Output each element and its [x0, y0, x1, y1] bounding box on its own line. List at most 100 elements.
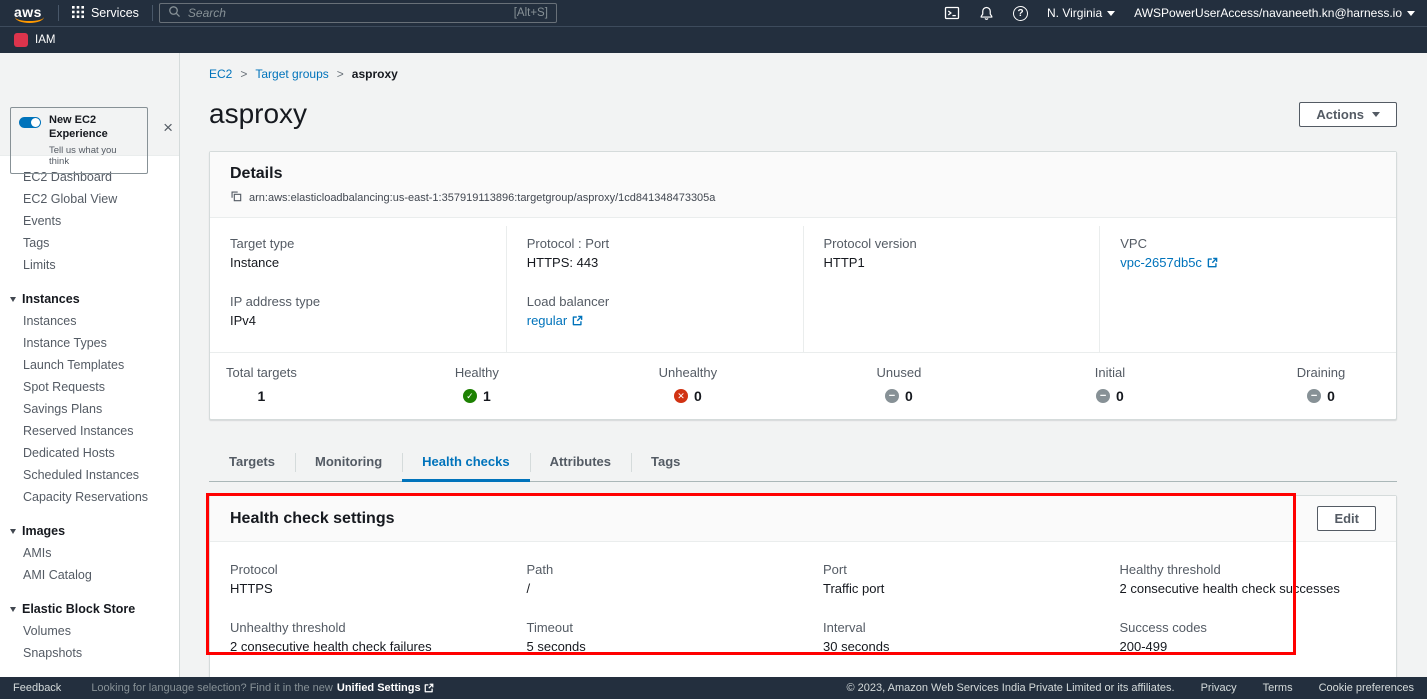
sidebar-item-tags[interactable]: Tags [0, 232, 179, 254]
copy-icon[interactable] [230, 190, 242, 205]
details-card: Details arn:aws:elasticloadbalancing:us-… [209, 151, 1397, 420]
tab-health-checks[interactable]: Health checks [402, 444, 529, 481]
terms-link[interactable]: Terms [1263, 682, 1293, 694]
cookie-preferences-link[interactable]: Cookie preferences [1319, 682, 1414, 694]
counter-value: 1 [483, 388, 491, 404]
sidebar-item-savings-plans[interactable]: Savings Plans [0, 398, 179, 420]
sidebar-section-images-header[interactable]: Images [0, 520, 179, 542]
new-experience-subtitle: Tell us what you think [49, 145, 139, 167]
counter-value: 1 [258, 388, 266, 404]
vpc-link[interactable]: vpc-2657db5c [1120, 255, 1202, 270]
cloudshell-button[interactable] [944, 5, 960, 21]
region-selector[interactable]: N. Virginia [1047, 6, 1115, 20]
question-mark-icon: ? [1013, 6, 1028, 21]
sidebar-item-volumes[interactable]: Volumes [0, 620, 179, 642]
breadcrumb-separator: > [240, 67, 247, 81]
counter-total-targets: Total targets 1 [226, 365, 297, 404]
section-label: Images [22, 524, 65, 538]
close-icon[interactable]: × [163, 119, 173, 136]
field-label: Healthy threshold [1120, 562, 1377, 577]
sidebar-item-spot-requests[interactable]: Spot Requests [0, 376, 179, 398]
unified-settings-link[interactable]: Unified Settings [337, 682, 434, 694]
tab-tags[interactable]: Tags [631, 444, 700, 481]
sidebar-section-ebs-header[interactable]: Elastic Block Store [0, 598, 179, 620]
help-button[interactable]: ? [1013, 6, 1028, 21]
tab-attributes[interactable]: Attributes [530, 444, 631, 481]
caret-down-icon [1107, 11, 1115, 16]
counter-healthy: Healthy 1 [446, 365, 508, 404]
initial-status-icon [1096, 389, 1110, 403]
services-grid-icon [72, 6, 84, 21]
field-label: Port [823, 562, 1080, 577]
target-group-arn: arn:aws:elasticloadbalancing:us-east-1:3… [249, 192, 715, 204]
tab-monitoring[interactable]: Monitoring [295, 444, 402, 481]
counter-draining: Draining 0 [1290, 365, 1352, 404]
top-navigation: aws Services [Alt+S] ? N. Virginia AWSPo… [0, 0, 1427, 53]
field-label: Unhealthy threshold [230, 620, 487, 635]
account-label: AWSPowerUserAccess/navaneeth.kn@harness.… [1134, 6, 1402, 20]
feedback-link[interactable]: Feedback [13, 682, 61, 694]
global-search[interactable]: [Alt+S] [159, 3, 557, 23]
new-experience-toggle[interactable] [19, 117, 41, 128]
page-header: asproxy Actions [209, 98, 1397, 130]
edit-button[interactable]: Edit [1317, 506, 1376, 531]
privacy-link[interactable]: Privacy [1201, 682, 1237, 694]
sidebar-item-limits[interactable]: Limits [0, 254, 179, 276]
tab-targets[interactable]: Targets [209, 444, 295, 481]
load-balancer-link[interactable]: regular [527, 313, 567, 328]
sidebar-item-dedicated-hosts[interactable]: Dedicated Hosts [0, 442, 179, 464]
health-check-column: PortTraffic port Interval30 seconds [803, 550, 1100, 677]
sidebar-item-snapshots[interactable]: Snapshots [0, 642, 179, 664]
field-value: HTTP1 [824, 255, 1080, 270]
field-value: HTTPS: 443 [527, 255, 783, 270]
breadcrumb-link-ec2[interactable]: EC2 [209, 67, 232, 81]
console-footer: Feedback Looking for language selection?… [0, 677, 1427, 699]
sidebar-item-ami-catalog[interactable]: AMI Catalog [0, 564, 179, 586]
sidebar-item-capacity-reservations[interactable]: Capacity Reservations [0, 486, 179, 508]
sidebar-top-area: New EC2 Experience Tell us what you thin… [0, 53, 179, 156]
field-value: Instance [230, 255, 486, 270]
unified-settings-label: Unified Settings [337, 682, 421, 694]
account-menu[interactable]: AWSPowerUserAccess/navaneeth.kn@harness.… [1134, 6, 1415, 20]
details-column: VPC vpc-2657db5c [1099, 226, 1396, 352]
sidebar-section-images: Images AMIs AMI Catalog [0, 520, 179, 586]
unused-status-icon [885, 389, 899, 403]
health-check-card-header: Health check settings Edit [210, 496, 1396, 542]
sidebar-section-instances-header[interactable]: Instances [0, 288, 179, 310]
sidebar-item-instance-types[interactable]: Instance Types [0, 332, 179, 354]
sidebar-item-scheduled-instances[interactable]: Scheduled Instances [0, 464, 179, 486]
health-check-section: Health check settings Edit ProtocolHTTPS… [209, 495, 1397, 677]
search-input[interactable] [188, 6, 507, 20]
sidebar-item-launch-templates[interactable]: Launch Templates [0, 354, 179, 376]
sidebar-item-events[interactable]: Events [0, 210, 179, 232]
tab-bar: Targets Monitoring Health checks Attribu… [209, 444, 1397, 482]
section-expanded-icon [10, 297, 16, 302]
breadcrumb-link-target-groups[interactable]: Target groups [255, 67, 328, 81]
counter-value: 0 [905, 388, 913, 404]
field-label: Load balancer [527, 294, 783, 309]
sidebar-item-reserved-instances[interactable]: Reserved Instances [0, 420, 179, 442]
counter-value: 0 [1116, 388, 1124, 404]
footer-links: © 2023, Amazon Web Services India Privat… [847, 682, 1414, 694]
sidebar-item-ec2-global-view[interactable]: EC2 Global View [0, 188, 179, 210]
counter-label: Draining [1290, 365, 1352, 380]
services-menu[interactable]: Services [59, 0, 152, 27]
field-value: / [527, 581, 784, 596]
sidebar-item-instances[interactable]: Instances [0, 310, 179, 332]
new-experience-title: New EC2 Experience [49, 114, 139, 142]
favorite-iam[interactable]: IAM [14, 33, 55, 47]
new-ec2-experience-banner[interactable]: New EC2 Experience Tell us what you thin… [10, 107, 148, 174]
health-check-column: Healthy threshold2 consecutive health ch… [1100, 550, 1397, 677]
actions-button[interactable]: Actions [1299, 102, 1397, 127]
field-label: Success codes [1120, 620, 1377, 635]
notifications-bell-icon[interactable] [979, 6, 994, 21]
field-value: Traffic port [823, 581, 1080, 596]
arn-row: arn:aws:elasticloadbalancing:us-east-1:3… [230, 190, 1376, 205]
details-fields: Target typeInstance IP address typeIPv4 … [210, 218, 1396, 352]
counter-label: Unused [868, 365, 930, 380]
counter-label: Total targets [226, 365, 297, 380]
field-value: 5 seconds [527, 639, 784, 654]
aws-logo[interactable]: aws [12, 4, 48, 23]
page-title: asproxy [209, 98, 307, 130]
sidebar-item-amis[interactable]: AMIs [0, 542, 179, 564]
